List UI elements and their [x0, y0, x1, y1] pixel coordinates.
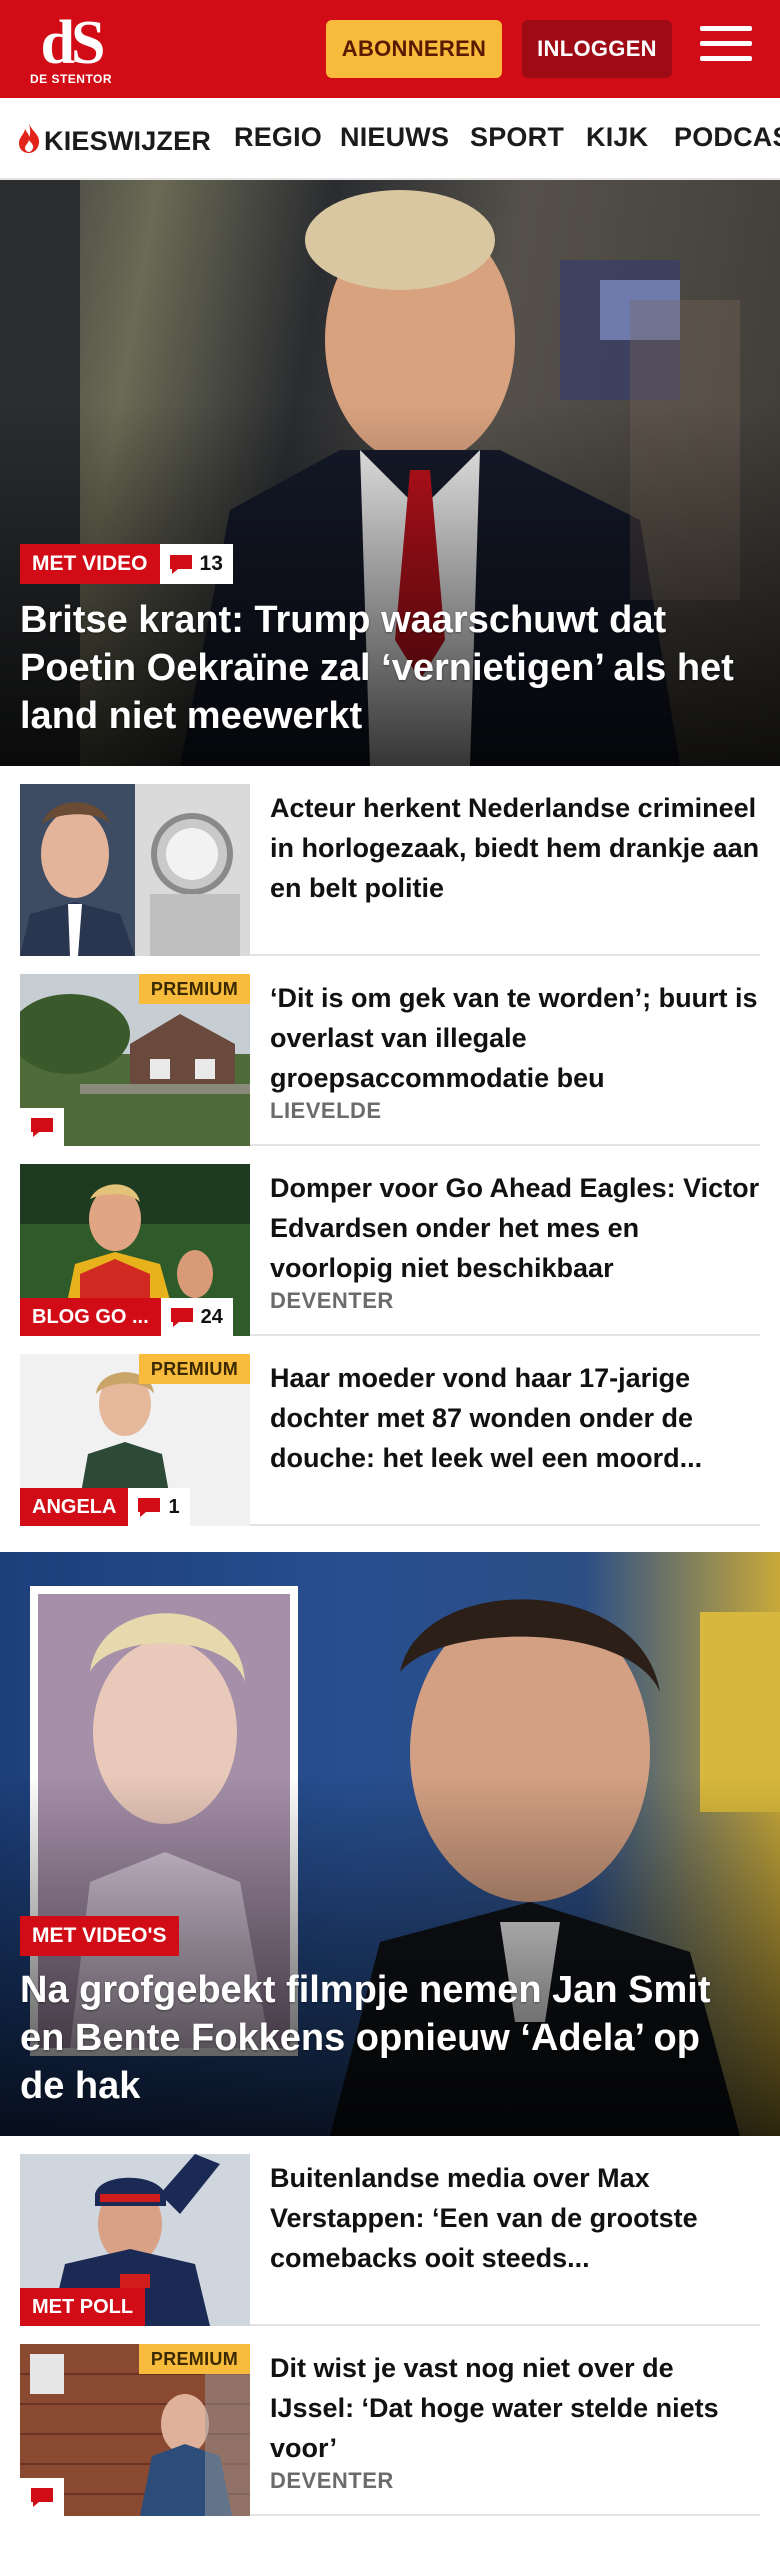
article-row[interactable]: PREMIUM ANGELA 1 Haar moeder vond haar 1…	[20, 1336, 760, 1526]
comment-count-value: 13	[199, 552, 223, 575]
site-header: dS DE STENTOR ABONNEREN INLOGGEN	[0, 0, 780, 98]
article-title[interactable]: Buitenlandse media over Max Verstappen: …	[270, 2158, 760, 2278]
nav-item-nieuws[interactable]: NIEUWS	[340, 122, 449, 153]
premium-badge: PREMIUM	[138, 1354, 250, 1384]
nav-item-regio[interactable]: REGIO	[234, 122, 322, 153]
article-thumbnail: PREMIUM	[20, 2344, 250, 2516]
subscribe-button[interactable]: ABONNEREN	[326, 20, 502, 78]
login-button[interactable]: INLOGGEN	[522, 20, 672, 78]
nav-item-kijk[interactable]: KIJK	[586, 122, 648, 153]
video-label: MET VIDEO'S	[20, 1916, 179, 1956]
article-thumbnail	[20, 784, 250, 956]
thumbnail-labels: MET POLL	[20, 2288, 146, 2326]
hero-article-1[interactable]: MET VIDEO 13 Britse krant: Trump waarsch…	[0, 180, 780, 766]
comment-icon	[170, 1308, 193, 1327]
nav-item-kieswijzer[interactable]: KIESWIJZER	[16, 122, 211, 157]
comment-icon	[31, 2488, 53, 2507]
series-label: ANGELA	[20, 1488, 129, 1526]
article-location: DEVENTER	[270, 2468, 394, 2493]
nav-item-label: KIESWIJZER	[44, 126, 212, 156]
article-title[interactable]: Haar moeder vond haar 17-jarige dochter …	[270, 1358, 760, 1478]
comment-count[interactable]: 1	[128, 1488, 190, 1526]
site-logo[interactable]: dS DE STENTOR	[26, 12, 116, 90]
hero-labels: MET VIDEO'S	[20, 1916, 179, 1956]
article-thumbnail: MET POLL	[20, 2154, 250, 2326]
article-thumbnail: PREMIUM ANGELA 1	[20, 1354, 250, 1526]
hero-title[interactable]: Britse krant: Trump waarschuwt dat Poeti…	[20, 596, 740, 740]
logo-name: DE STENTOR	[29, 72, 113, 86]
comment-icon	[138, 1498, 161, 1517]
article-location: LIEVELDE	[270, 1098, 382, 1123]
article-row[interactable]: PREMIUM Dit wist je vast nog niet over d…	[20, 2326, 760, 2516]
comment-count[interactable]: 24	[160, 1298, 233, 1336]
comment-button[interactable]	[20, 2478, 64, 2516]
thumbnail-labels: BLOG GO ... 24	[20, 1298, 233, 1336]
blog-label: BLOG GO ...	[20, 1298, 161, 1336]
article-thumbnail: PREMIUM	[20, 974, 250, 1146]
article-row[interactable]: BLOG GO ... 24 Domper voor Go Ahead Eagl…	[20, 1146, 760, 1336]
article-location: DEVENTER	[270, 1288, 394, 1313]
nav-item-sport[interactable]: SPORT	[470, 122, 564, 153]
video-label: MET VIDEO	[20, 544, 160, 584]
article-title[interactable]: Dit wist je vast nog niet over de IJssel…	[270, 2348, 760, 2468]
premium-badge: PREMIUM	[138, 974, 250, 1004]
hero-title[interactable]: Na grofgebekt filmpje nemen Jan Smit en …	[20, 1966, 740, 2110]
article-row[interactable]: MET POLL Buitenlandse media over Max Ver…	[20, 2136, 760, 2326]
menu-icon[interactable]	[700, 26, 752, 70]
comment-icon	[31, 1118, 53, 1137]
article-title[interactable]: Acteur herkent Nederlandse crimineel in …	[270, 788, 760, 908]
comment-count[interactable]: 13	[159, 544, 233, 584]
comment-count-value: 24	[200, 1305, 223, 1328]
article-title[interactable]: ‘Dit is om gek van te worden’; buurt is …	[270, 978, 760, 1098]
comment-button[interactable]	[20, 1108, 64, 1146]
comment-icon	[169, 555, 192, 574]
flame-icon	[19, 123, 40, 153]
logo-mark: dS	[40, 9, 106, 77]
section-nav: KIESWIJZER REGIO NIEUWS SPORT KIJK PODCA…	[0, 98, 780, 180]
premium-badge: PREMIUM	[138, 2344, 250, 2374]
thumbnail-labels: ANGELA 1	[20, 1488, 190, 1526]
poll-label: MET POLL	[20, 2288, 146, 2326]
comment-count-value: 1	[168, 1495, 180, 1518]
nav-item-podcasts[interactable]: PODCASTS	[674, 122, 780, 153]
hero-labels: MET VIDEO 13	[20, 544, 233, 584]
hero-article-2[interactable]: MET VIDEO'S Na grofgebekt filmpje nemen …	[0, 1552, 780, 2136]
article-thumbnail: BLOG GO ... 24	[20, 1164, 250, 1336]
article-row[interactable]: PREMIUM ‘Dit is om gek van te worden’; b…	[20, 956, 760, 1146]
article-row[interactable]: Acteur herkent Nederlandse crimineel in …	[20, 766, 760, 956]
article-title[interactable]: Domper voor Go Ahead Eagles: Victor Edva…	[270, 1168, 760, 1288]
